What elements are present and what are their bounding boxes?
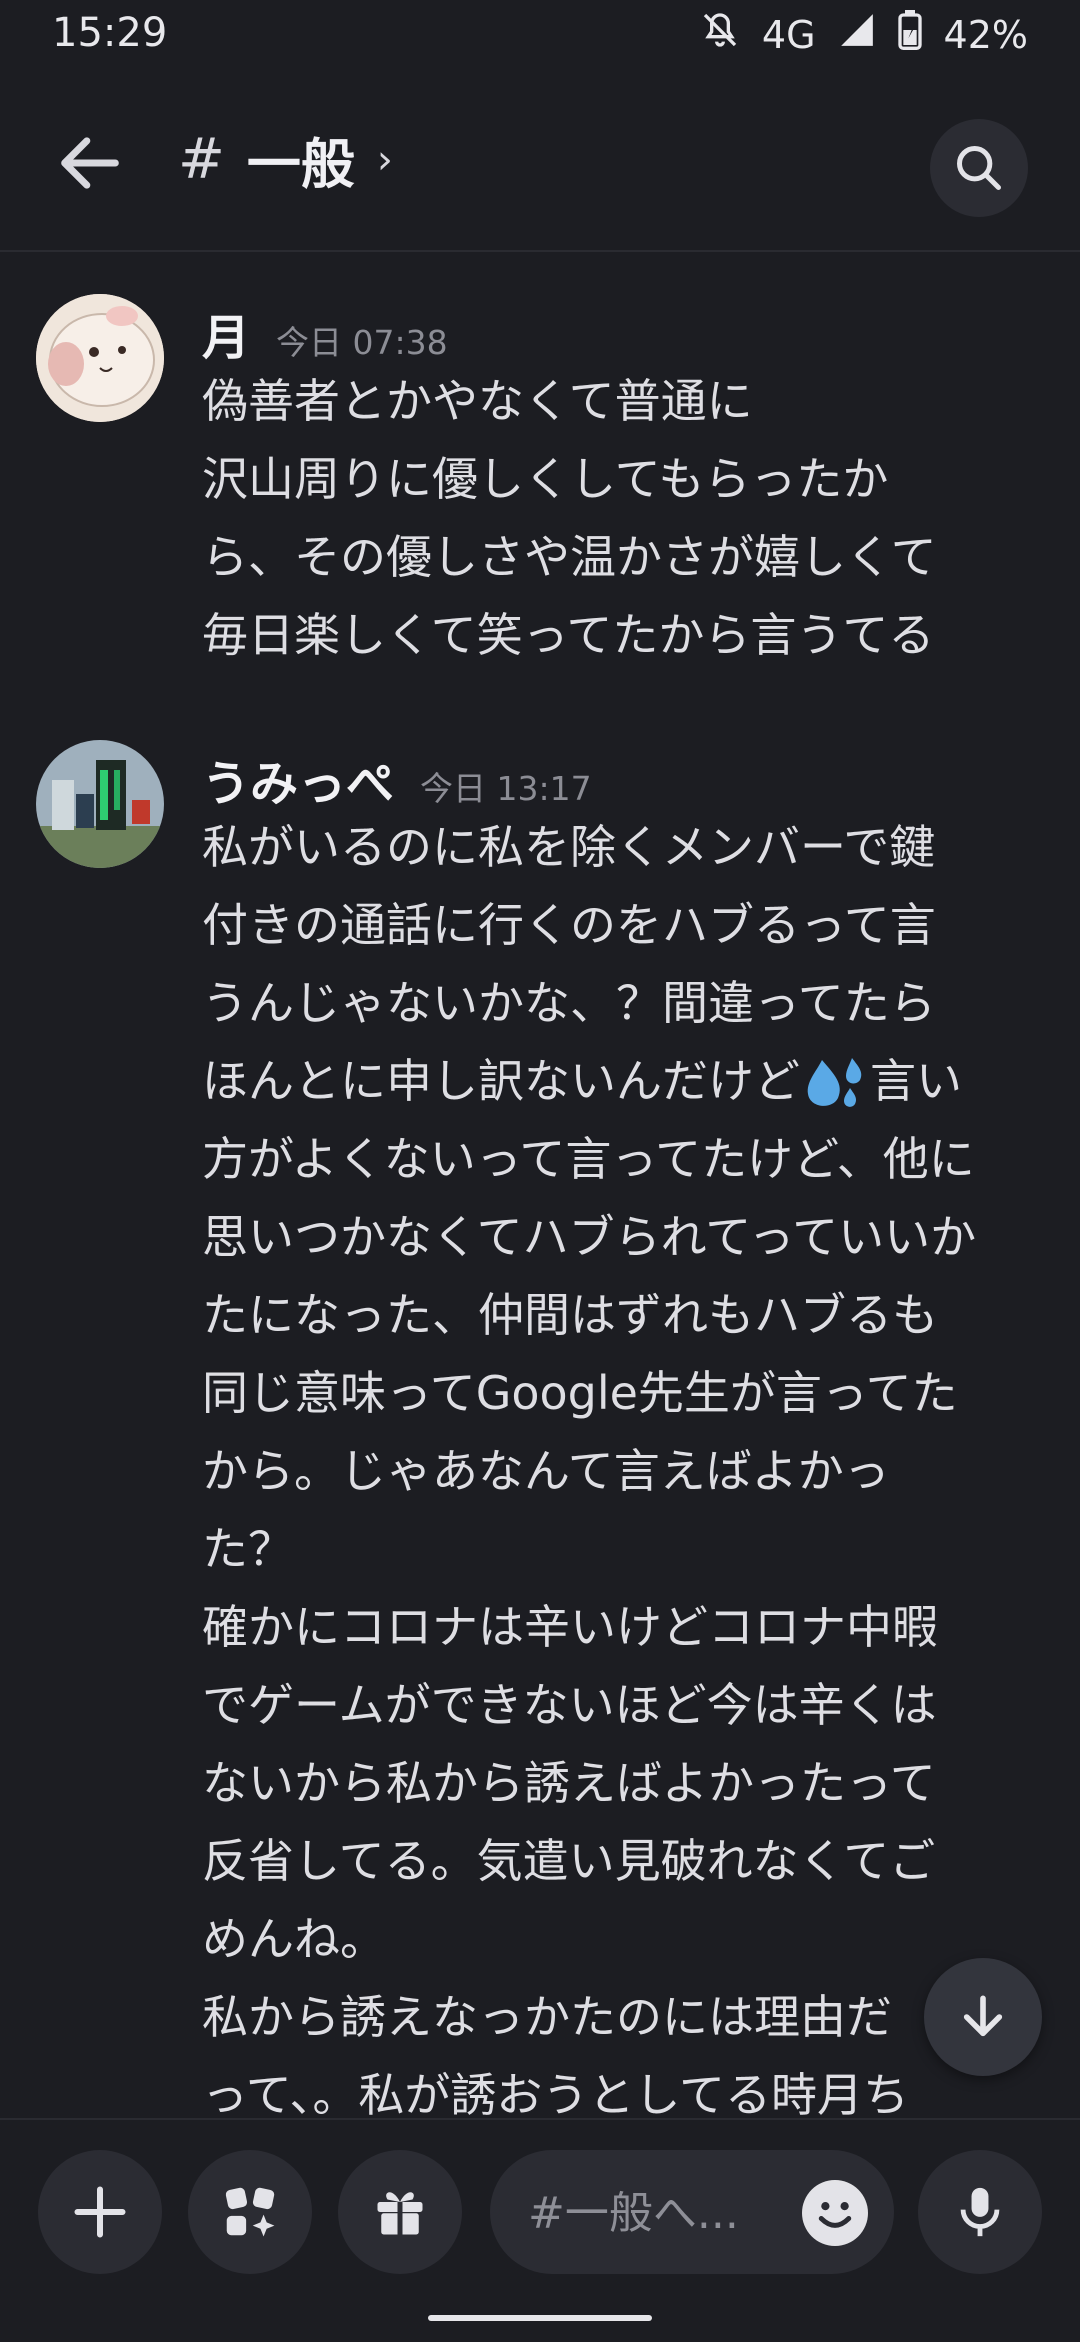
message-line: ないから私から誘えばよかったって: [202, 1756, 936, 1810]
search-icon: [957, 146, 1001, 190]
avatar[interactable]: [36, 294, 164, 422]
message-line: ほんとに申し訳ないんだけど 言い: [202, 1042, 1062, 1120]
home-indicator[interactable]: [428, 2315, 652, 2321]
message-line: 私がいるのに私を除くメンバーで鍵: [202, 820, 936, 874]
mute-bell-icon: [700, 10, 740, 59]
message-input-field[interactable]: [526, 2150, 780, 2276]
scroll-to-bottom-button[interactable]: [924, 1958, 1042, 2076]
message-line: 方がよくないって言ってたけど、他に: [202, 1132, 975, 1186]
back-arrow-icon: [61, 137, 119, 189]
signal-icon: [838, 11, 876, 58]
message-header: うみっぺ 今日 13:17: [202, 744, 592, 814]
message-line: うんじゃないかな、？間違ってたら: [202, 976, 936, 1030]
message-header: 月 今日 07:38: [202, 298, 448, 368]
message-content: 偽善者とかやなくて普通に 沢山周りに優しくしてもらったか ら、その優しさや温かさ…: [202, 362, 1062, 674]
composer-bar: [0, 2118, 1080, 2342]
message-line: 確かにコロナは辛いけどコロナ中暇: [202, 1600, 938, 1654]
chevron-right-icon: ›: [376, 136, 393, 183]
battery-icon: [897, 10, 922, 59]
message-line-text: ほんとに申し訳ないんだけど: [202, 1054, 800, 1108]
status-indicators: 4G 42%: [700, 10, 1028, 59]
channel-title[interactable]: # 一般 ›: [178, 120, 393, 199]
channel-hash-icon: #: [178, 127, 225, 192]
emoji-button[interactable]: [802, 2180, 868, 2246]
back-button[interactable]: [52, 125, 128, 201]
message-line: 毎日楽しくて笑ってたから言うてる: [202, 608, 935, 662]
microphone-icon: [960, 2187, 1000, 2237]
message-line: た？: [202, 1522, 294, 1576]
voice-message-button[interactable]: [918, 2150, 1042, 2274]
message-line: 同じ意味ってGoogle先生が言ってた: [202, 1366, 958, 1420]
arrow-down-icon: [963, 1995, 1003, 2037]
timestamp: 今日 07:38: [276, 323, 448, 362]
message-line: めんね。: [202, 1912, 386, 1966]
author-name[interactable]: うみっぺ: [202, 744, 394, 814]
network-type: 4G: [761, 12, 816, 57]
apps-icon: [225, 2187, 275, 2237]
avatar[interactable]: [36, 740, 164, 868]
sweat-droplets-icon: [800, 1054, 870, 1116]
message-input[interactable]: [490, 2150, 894, 2276]
timestamp: 今日 13:17: [420, 769, 592, 808]
message-line: でゲームができないほど今は辛くは: [202, 1678, 937, 1732]
message-line: たになった、仲間はずれもハブるも: [202, 1288, 938, 1342]
message-line: 偽善者とかやなくて普通に: [202, 374, 753, 428]
message-line: 沢山周りに優しくしてもらったか: [202, 452, 889, 506]
message-line: 思いつかなくてハブられてっていいか: [202, 1210, 977, 1264]
search-button[interactable]: [930, 119, 1028, 217]
status-bar: 15:29 4G 42%: [0, 0, 1080, 76]
message-line-text: 言い: [870, 1054, 962, 1108]
message-line: 反省してる。気遣い見破れなくてご: [202, 1834, 936, 1888]
message-line: 付きの通話に行くのをハブるって言: [202, 898, 936, 952]
message-content: 私がいるのに私を除くメンバーで鍵 付きの通話に行くのをハブるって言 うんじゃない…: [202, 808, 1062, 2134]
message-line: から。じゃあなんて言えばよかっ: [202, 1444, 890, 1498]
channel-name: 一般: [246, 133, 355, 196]
add-attachment-button[interactable]: [38, 2150, 162, 2274]
gift-icon: [377, 2192, 423, 2235]
plus-icon: [74, 2186, 126, 2238]
battery-level: 42%: [943, 12, 1028, 57]
message-line: ら、その優しさや温かさが嬉しくて: [202, 530, 937, 584]
channel-header: # 一般 ›: [0, 100, 1080, 252]
author-name[interactable]: 月: [202, 298, 250, 368]
emoji-icon: [804, 2182, 866, 2244]
status-time: 15:29: [52, 10, 168, 56]
gift-button[interactable]: [338, 2150, 462, 2274]
apps-button[interactable]: [188, 2150, 312, 2274]
